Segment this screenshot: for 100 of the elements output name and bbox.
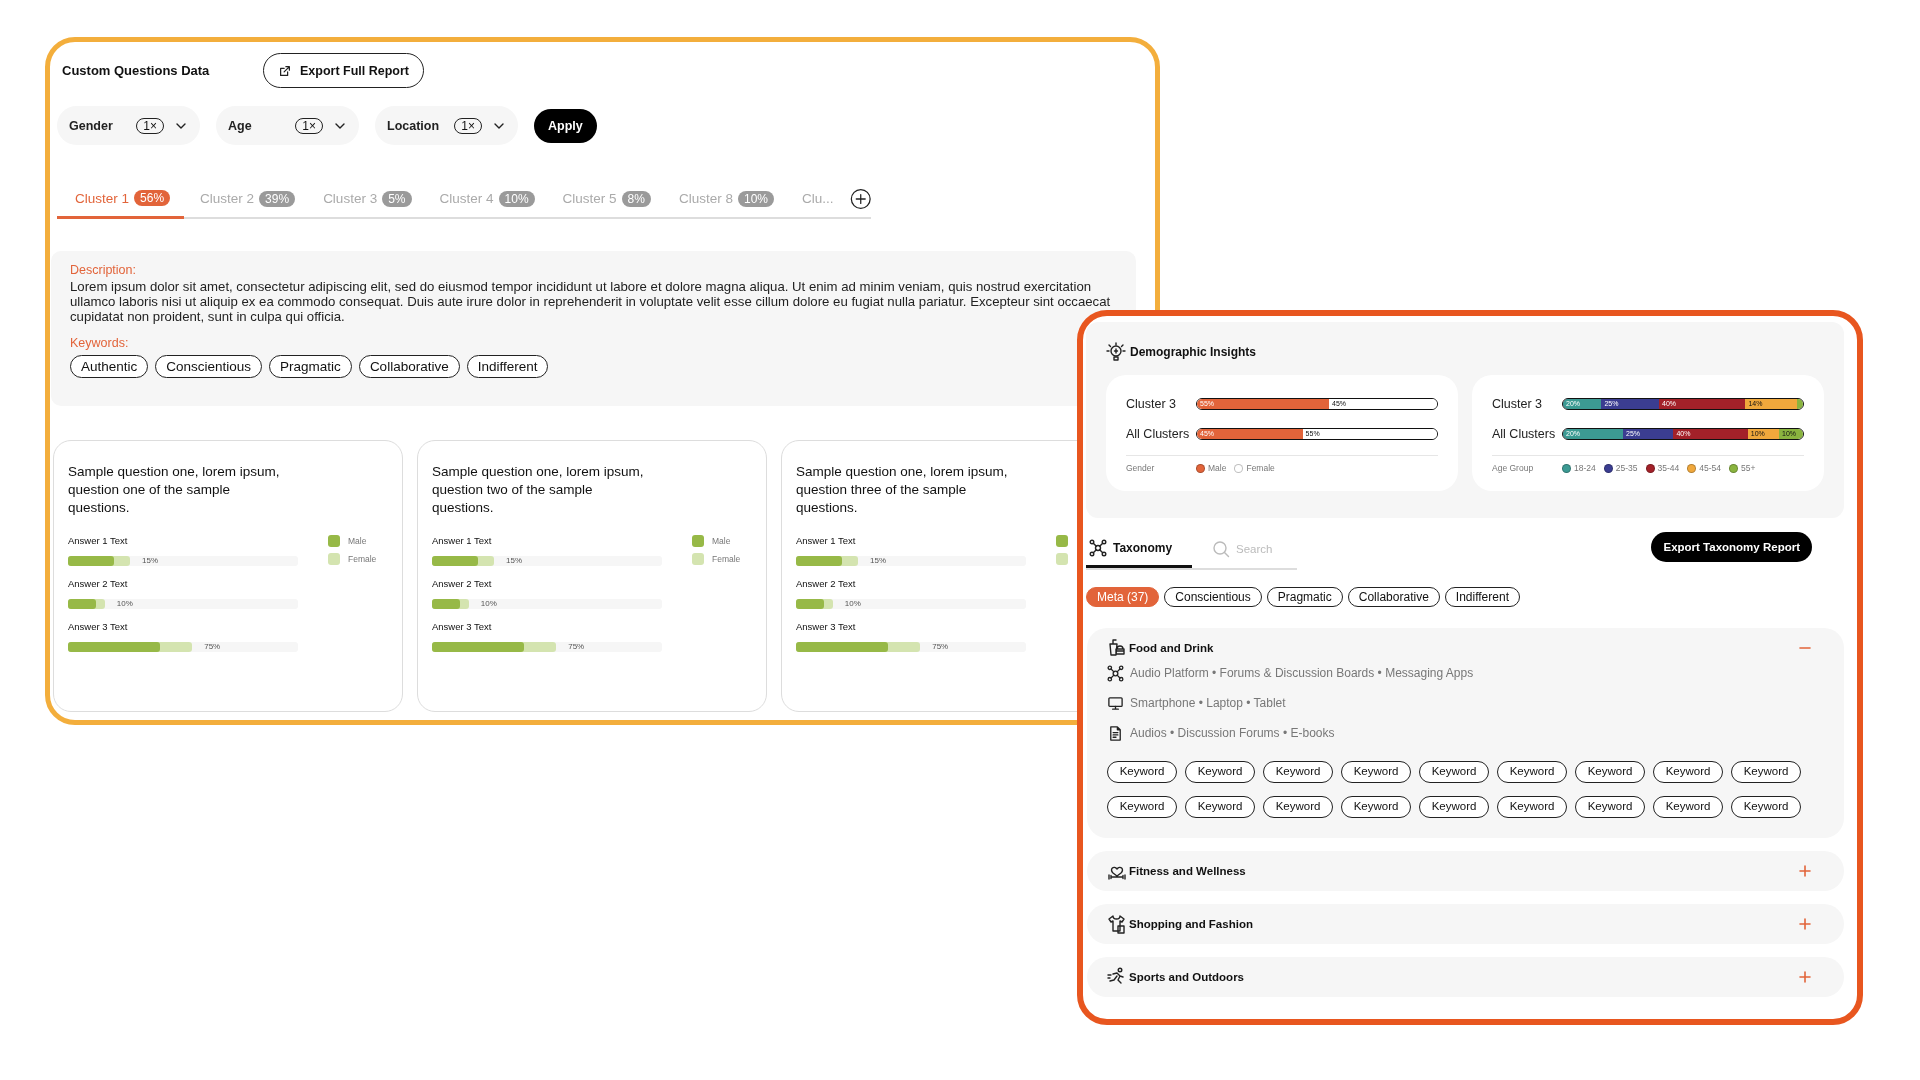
lightbulb-icon (1106, 342, 1126, 362)
shirt-tag-icon (1107, 914, 1127, 934)
answer-label: Answer 2 Text (432, 578, 493, 589)
keyword-tag: Keyword (1575, 796, 1645, 818)
filter-label: Age (228, 118, 253, 133)
filter-chip[interactable]: Indifferent (1444, 587, 1520, 607)
keyword-tag: Collaborative (358, 355, 460, 378)
keyword-tag: Keyword (1185, 761, 1255, 783)
row-label: All Clusters (1492, 427, 1557, 441)
filter-label: Gender (69, 118, 114, 133)
answer-percent: 75% (568, 642, 585, 652)
search-field[interactable]: Search (1234, 542, 1294, 556)
network-icon (1107, 664, 1124, 682)
answer-label: Answer 1 Text (796, 535, 857, 546)
keyword-tag: Pragmatic (269, 355, 352, 378)
expand-icon[interactable] (1798, 917, 1812, 931)
legend-label: Male (348, 536, 367, 546)
answer-label: Answer 3 Text (432, 621, 493, 632)
search-icon (1212, 540, 1230, 558)
external-link-icon (278, 63, 292, 78)
answer-percent: 10% (480, 599, 497, 609)
answer-percent: 15% (870, 556, 887, 566)
legend-title: Age Group (1492, 463, 1535, 473)
taxonomy-tab[interactable]: Taxonomy (1086, 530, 1192, 568)
category-title: Food and Drink (1129, 642, 1215, 654)
answer-percent: 15% (506, 556, 523, 566)
keyword-tag: Keyword (1341, 796, 1411, 818)
filter-dropdown[interactable]: Location 1× (375, 106, 518, 145)
keyword-tag: Keyword (1419, 761, 1489, 783)
export-button[interactable]: Export Taxonomy Report (1651, 532, 1812, 562)
network-icon (1089, 538, 1107, 557)
legend-title: Gender (1126, 463, 1156, 473)
filter-dropdown[interactable]: Gender 1× (57, 106, 200, 145)
keywords-heading: Keywords: (70, 336, 130, 350)
description-text: Lorem ipsum dolor sit amet, consectetur adipiscing elit, sed do eiusmod tempor incididunt ut labore et dolore magna aliqua. Ut enim ad minim veniam, quis nostrud exercitation ullamco laboris nisi ut aliquip ex ea commodo consequat. Duis aute irure dolor in reprehenderit in voluptate velit esse cillum dolore eu fugiat nulla pariatur. Excepteur sint occaecat cupidatat non proident, sunt in culpa qui officia. (70, 279, 1112, 324)
answer-percent: 15% (142, 556, 159, 566)
section-title: Demographic Insights (1130, 345, 1257, 359)
answer-label: Answer 3 Text (796, 621, 857, 632)
keyword-tag: Keyword (1341, 761, 1411, 783)
keyword-tag: Conscientious (155, 355, 263, 378)
keyword-tag: Keyword (1263, 796, 1333, 818)
filter-label: Location (387, 118, 441, 133)
legend-label: Male (1208, 463, 1227, 473)
answer-label: Answer 2 Text (796, 578, 857, 589)
detail-text: Smartphone • Laptop • Tablet (1130, 696, 1286, 710)
question-text: Sample question one, lorem ipsum, question three of the sample questions. (796, 463, 1009, 517)
detail-text: Audios • Discussion Forums • E-books (1130, 726, 1335, 740)
legend-label: 25-35 (1615, 463, 1638, 473)
section-title: Custom Questions Data (61, 63, 211, 78)
filter-chip[interactable]: Pragmatic (1266, 587, 1343, 607)
legend-label: 35-44 (1657, 463, 1680, 473)
keyword-tag: Keyword (1731, 796, 1801, 818)
answer-percent: 10% (116, 599, 133, 609)
legend-label: Female (1246, 463, 1275, 473)
filter-chip[interactable]: Collaborative (1347, 587, 1440, 607)
keyword-tag: Keyword (1107, 796, 1177, 818)
category-title: Fitness and Wellness (1129, 865, 1247, 877)
food-icon (1107, 638, 1127, 658)
cluster-tab[interactable]: Cluster 1 56% (57, 180, 185, 219)
keyword-tag: Keyword (1653, 796, 1723, 818)
filter-dropdown[interactable]: Age 1× (216, 106, 359, 145)
filter-chip[interactable]: Conscientious (1164, 587, 1262, 607)
legend-label: 45-54 (1699, 463, 1721, 473)
keyword-tag: Authentic (70, 355, 149, 378)
keyword-tag: Keyword (1575, 761, 1645, 783)
category-title: Shopping and Fashion (1129, 918, 1254, 930)
expand-icon[interactable] (1798, 864, 1812, 878)
keyword-tag: Keyword (1185, 796, 1255, 818)
legend-label: Male (712, 536, 731, 546)
question-text: Sample question one, lorem ipsum, question two of the sample questions. (432, 463, 645, 517)
keyword-tag: Keyword (1731, 761, 1801, 783)
answer-label: Answer 1 Text (68, 535, 129, 546)
monitor-icon (1107, 694, 1124, 712)
export-button[interactable]: Export Full Report (263, 53, 425, 88)
legend-label: Female (348, 554, 377, 564)
keyword-tag: Keyword (1263, 761, 1333, 783)
keyword-tag: Indifferent (466, 355, 549, 378)
legend-label: 55+ (1741, 463, 1756, 473)
keyword-tag: Keyword (1419, 796, 1489, 818)
keyword-tag: Keyword (1497, 796, 1567, 818)
legend-label: Female (712, 554, 741, 564)
expand-icon[interactable] (1798, 970, 1812, 984)
answer-percent: 75% (204, 642, 221, 652)
add-icon[interactable] (849, 186, 871, 211)
answer-label: Answer 2 Text (68, 578, 129, 589)
row-label: Cluster 3 (1126, 397, 1178, 411)
question-text: Sample question one, lorem ipsum, question one of the sample questions. (68, 463, 281, 517)
apply-button[interactable]: Apply (534, 108, 597, 143)
answer-percent: 75% (932, 642, 949, 652)
legend-label: 18-24 (1574, 463, 1596, 473)
keyword-tag: Keyword (1107, 761, 1177, 783)
answer-label: Answer 3 Text (68, 621, 129, 632)
document-icon (1107, 724, 1124, 742)
row-label: All Clusters (1126, 427, 1191, 441)
detail-text: Audio Platform • Forums & Discussion Boards • Messaging Apps (1130, 666, 1474, 680)
category-title: Sports and Outdoors (1129, 971, 1245, 983)
keyword-tag: Keyword (1497, 761, 1567, 783)
answer-label: Answer 1 Text (432, 535, 493, 546)
description-heading: Description: (70, 263, 137, 277)
keyword-tag: Keyword (1653, 761, 1723, 783)
